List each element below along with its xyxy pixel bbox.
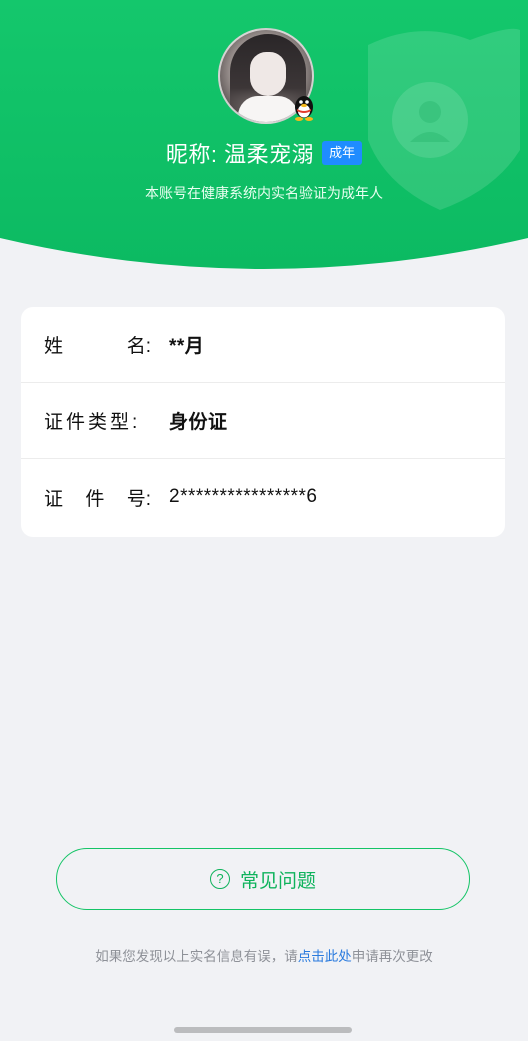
identity-info-card: 姓 名: **月 证件类型: 身份证 证 件 号: 2*************… (21, 307, 505, 537)
header-banner: 昵称: 温柔宠溺 成年 本账号在健康系统内实名验证为成年人 (0, 0, 528, 275)
id-type-label: 证件类型: (44, 412, 141, 433)
nickname-text: 昵称: 温柔宠溺 (166, 137, 314, 169)
id-number-value: 2****************6 (169, 486, 318, 507)
nickname-row: 昵称: 温柔宠溺 成年 (0, 138, 528, 168)
adult-badge: 成年 (322, 141, 363, 165)
question-circle-icon: ? (209, 869, 230, 889)
click-here-link[interactable]: 点击此处 (298, 949, 352, 964)
nickname-value: 温柔宠溺 (224, 142, 315, 167)
info-row-id-number: 证 件 号: 2****************6 (21, 459, 505, 535)
info-row-id-type: 证件类型: 身份证 (21, 383, 505, 459)
footer-note: 如果您发现以上实名信息有误，请点击此处申请再次更改 (95, 949, 433, 964)
faq-label: 常见问题 (239, 870, 316, 892)
name-label: 姓 名: (44, 336, 151, 357)
verification-subtitle: 本账号在健康系统内实名验证为成年人 (145, 185, 383, 201)
info-row-name: 姓 名: **月 (21, 307, 505, 383)
home-indicator[interactable] (174, 1027, 352, 1033)
nickname-label: 昵称: (165, 142, 218, 167)
name-value: **月 (169, 336, 205, 357)
faq-button[interactable]: ? 常见问题 (56, 848, 470, 910)
id-type-value: 身份证 (169, 412, 228, 433)
id-number-label: 证 件 号: (44, 488, 151, 510)
qq-penguin-icon (295, 96, 313, 121)
